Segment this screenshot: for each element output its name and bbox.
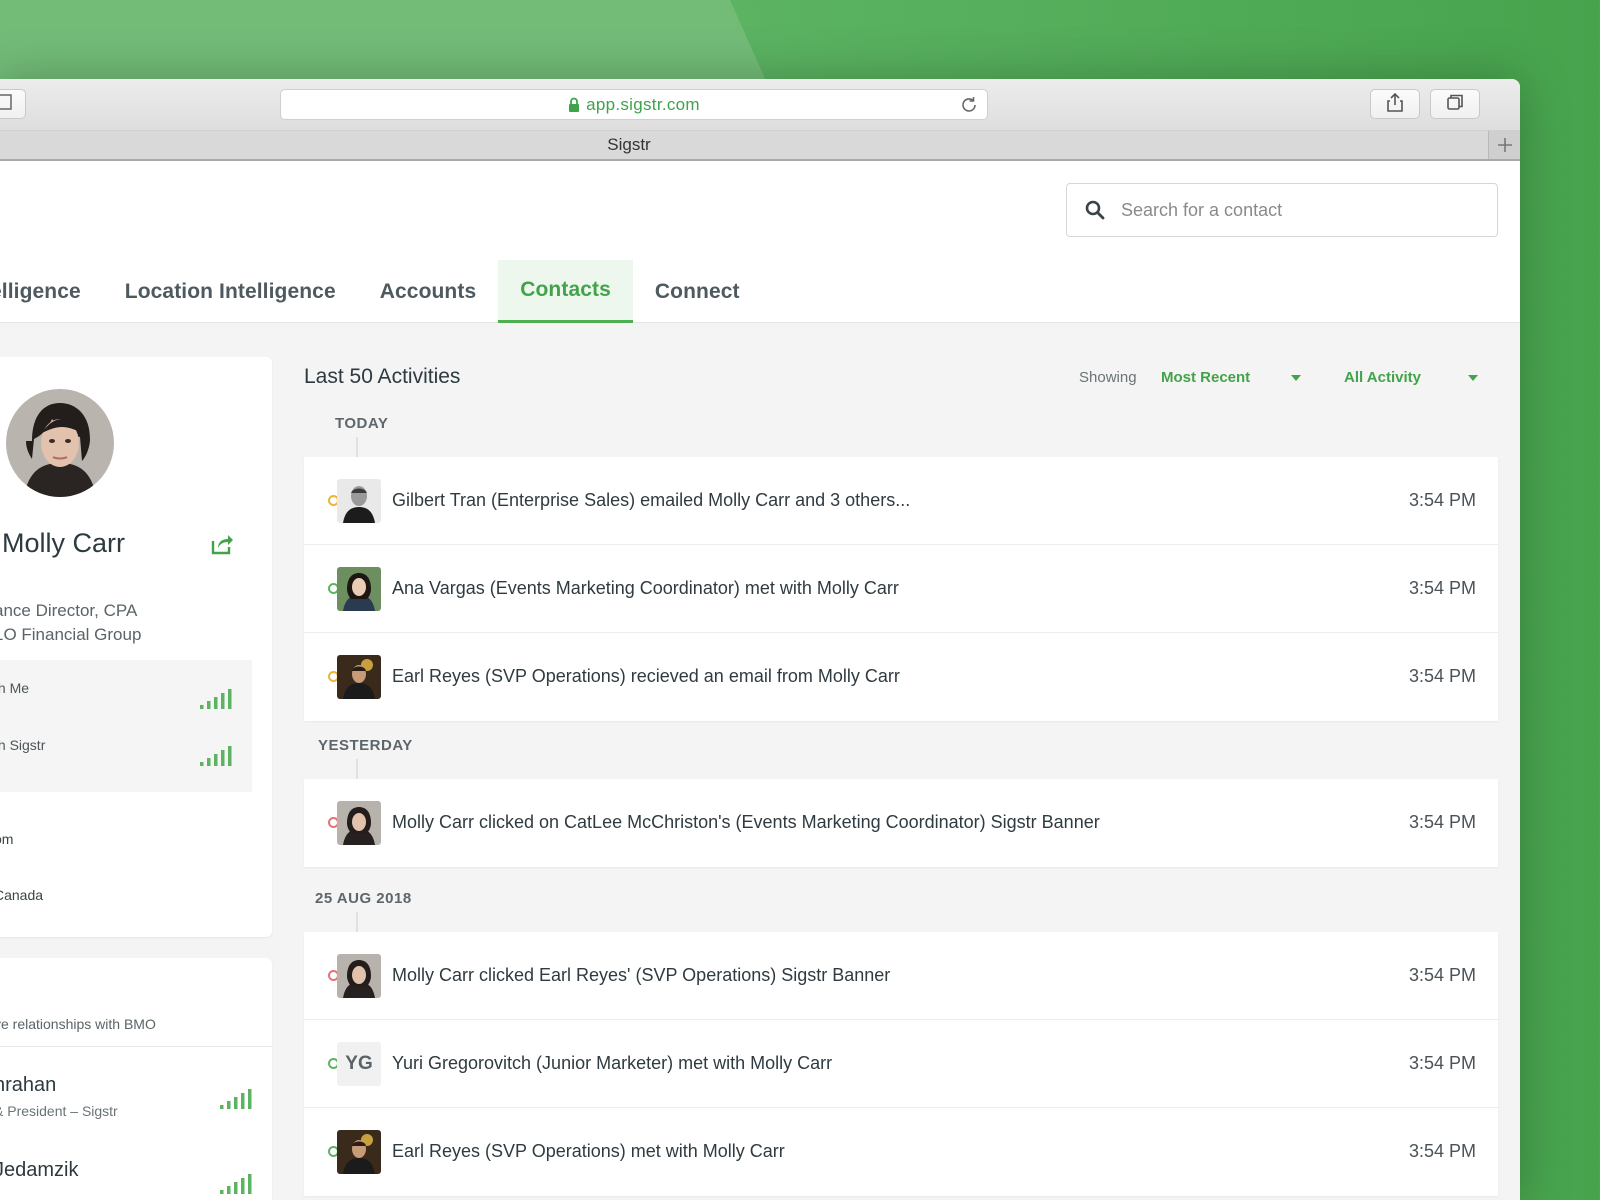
tabs-icon xyxy=(1446,93,1464,116)
activity-filter-dropdown[interactable]: All Activity xyxy=(1344,369,1421,386)
sidebar-button[interactable] xyxy=(0,89,26,119)
contact-email[interactable]: om xyxy=(0,831,13,847)
activity-row[interactable]: Earl Reyes (SVP Operations) met with Mol… xyxy=(304,1108,1498,1196)
new-tab-button[interactable] xyxy=(1488,131,1520,159)
activity-text: Molly Carr clicked Earl Reyes' (SVP Oper… xyxy=(392,965,891,985)
activity-group-card: Gilbert Tran (Enterprise Sales) emailed … xyxy=(304,457,1498,721)
search-input[interactable] xyxy=(1121,199,1441,221)
url-text: app.sigstr.com xyxy=(586,94,700,114)
activity-time: 3:54 PM xyxy=(1408,578,1476,598)
relationships-card: ve relationships with BMO nrahan & Presi… xyxy=(0,958,272,1200)
tabs-overview-button[interactable] xyxy=(1430,89,1480,119)
main-nav: elligence Location Intelligence Accounts… xyxy=(0,260,762,323)
browser-toolbar: app.sigstr.com xyxy=(0,79,1520,131)
avatar xyxy=(6,389,114,497)
sidebar-icon xyxy=(0,93,12,115)
app-header: elligence Location Intelligence Accounts… xyxy=(0,163,1520,323)
activity-row[interactable]: Molly Carr clicked Earl Reyes' (SVP Oper… xyxy=(304,932,1498,1020)
list-item[interactable]: Jedamzik xyxy=(0,1159,272,1194)
avatar-initials: YG xyxy=(337,1042,381,1086)
activity-text: Earl Reyes (SVP Operations) met with Mol… xyxy=(392,1141,785,1161)
signal-strength-icon xyxy=(220,1173,252,1200)
activity-row[interactable]: Earl Reyes (SVP Operations) recieved an … xyxy=(304,633,1498,721)
tab-location-intelligence[interactable]: Location Intelligence xyxy=(103,260,358,323)
avatar xyxy=(337,1130,381,1174)
tab-contacts[interactable]: Contacts xyxy=(498,260,633,323)
activity-text: Ana Vargas (Events Marketing Coordinator… xyxy=(392,578,899,598)
signal-strength-icon xyxy=(220,1088,252,1115)
showing-label: Showing xyxy=(1079,369,1137,386)
avatar xyxy=(337,801,381,845)
day-label: YESTERDAY xyxy=(318,737,413,754)
contact-company: 1O Financial Group xyxy=(0,625,142,644)
browser-window: app.sigstr.com Sigstr Search for a conta… xyxy=(0,79,1520,1200)
list-item[interactable]: nrahan & President – Sigstr xyxy=(0,1074,272,1119)
tab-connect[interactable]: Connect xyxy=(633,260,762,323)
activity-row[interactable]: Molly Carr clicked on CatLee McChriston'… xyxy=(304,779,1498,867)
lock-icon xyxy=(568,97,580,112)
divider xyxy=(0,1046,272,1047)
tab-title[interactable]: Sigstr xyxy=(0,135,1264,155)
chevron-down-icon[interactable] xyxy=(1291,375,1301,381)
relationship-row: th Sigstr xyxy=(0,737,252,777)
address-bar[interactable]: app.sigstr.com xyxy=(280,89,988,120)
contact-profile-card: Molly Carr ance Director, CPA 1O Financi… xyxy=(0,357,272,937)
app-content: elligence Location Intelligence Accounts… xyxy=(0,163,1520,1200)
export-icon[interactable] xyxy=(210,533,234,555)
chevron-down-icon[interactable] xyxy=(1468,375,1478,381)
relationships-description: ve relationships with BMO xyxy=(0,1016,156,1032)
relationship-label: th Me xyxy=(0,680,30,696)
activity-text: Gilbert Tran (Enterprise Sales) emailed … xyxy=(392,490,911,510)
activity-time: 3:54 PM xyxy=(1408,1141,1476,1161)
timeline-connector xyxy=(356,437,358,457)
timeline-connector xyxy=(356,912,358,932)
share-icon xyxy=(1386,92,1404,117)
reload-icon[interactable] xyxy=(959,95,979,115)
feed-title: Last 50 Activities xyxy=(304,365,461,388)
activity-time: 3:54 PM xyxy=(1408,490,1476,510)
activity-time: 3:54 PM xyxy=(1408,965,1476,985)
sort-dropdown[interactable]: Most Recent xyxy=(1161,369,1250,386)
avatar xyxy=(337,954,381,998)
activity-row[interactable]: Gilbert Tran (Enterprise Sales) emailed … xyxy=(304,457,1498,545)
activity-group-card: Molly Carr clicked on CatLee McChriston'… xyxy=(304,779,1498,867)
relationship-label: th Sigstr xyxy=(0,737,46,753)
avatar xyxy=(337,479,381,523)
day-label: 25 AUG 2018 xyxy=(315,890,412,907)
plus-icon xyxy=(1497,138,1512,152)
activity-text: Earl Reyes (SVP Operations) recieved an … xyxy=(392,666,900,686)
contact-search[interactable] xyxy=(1066,183,1498,237)
signal-strength-icon xyxy=(200,688,232,715)
avatar xyxy=(337,655,381,699)
background-shape xyxy=(0,0,770,90)
activity-text: Molly Carr clicked on CatLee McChriston'… xyxy=(392,812,1100,832)
contact-location: Canada xyxy=(0,887,44,903)
contact-job-title: ance Director, CPA xyxy=(0,601,138,620)
share-button[interactable] xyxy=(1370,89,1420,119)
activity-time: 3:54 PM xyxy=(1408,1053,1476,1073)
activity-group-card: Molly Carr clicked Earl Reyes' (SVP Oper… xyxy=(304,932,1498,1196)
avatar xyxy=(337,567,381,611)
activity-time: 3:54 PM xyxy=(1408,812,1476,832)
browser-tab-bar: Sigstr xyxy=(0,131,1520,161)
contact-name: Molly Carr xyxy=(2,528,126,558)
activity-text: Yuri Gregorovitch (Junior Marketer) met … xyxy=(392,1053,833,1073)
relationship-row: th Me xyxy=(0,680,252,720)
day-label: TODAY xyxy=(335,415,389,432)
activity-row[interactable]: Ana Vargas (Events Marketing Coordinator… xyxy=(304,545,1498,633)
search-icon xyxy=(1085,200,1105,220)
relationship-strength-box: th Me th Sigstr xyxy=(0,660,252,792)
activity-row[interactable]: YG Yuri Gregorovitch (Junior Marketer) m… xyxy=(304,1020,1498,1108)
timeline-connector xyxy=(356,759,358,779)
tab-accounts[interactable]: Accounts xyxy=(358,260,498,323)
tab-intelligence[interactable]: elligence xyxy=(0,260,103,323)
signal-strength-icon xyxy=(200,745,232,772)
activity-time: 3:54 PM xyxy=(1408,666,1476,686)
